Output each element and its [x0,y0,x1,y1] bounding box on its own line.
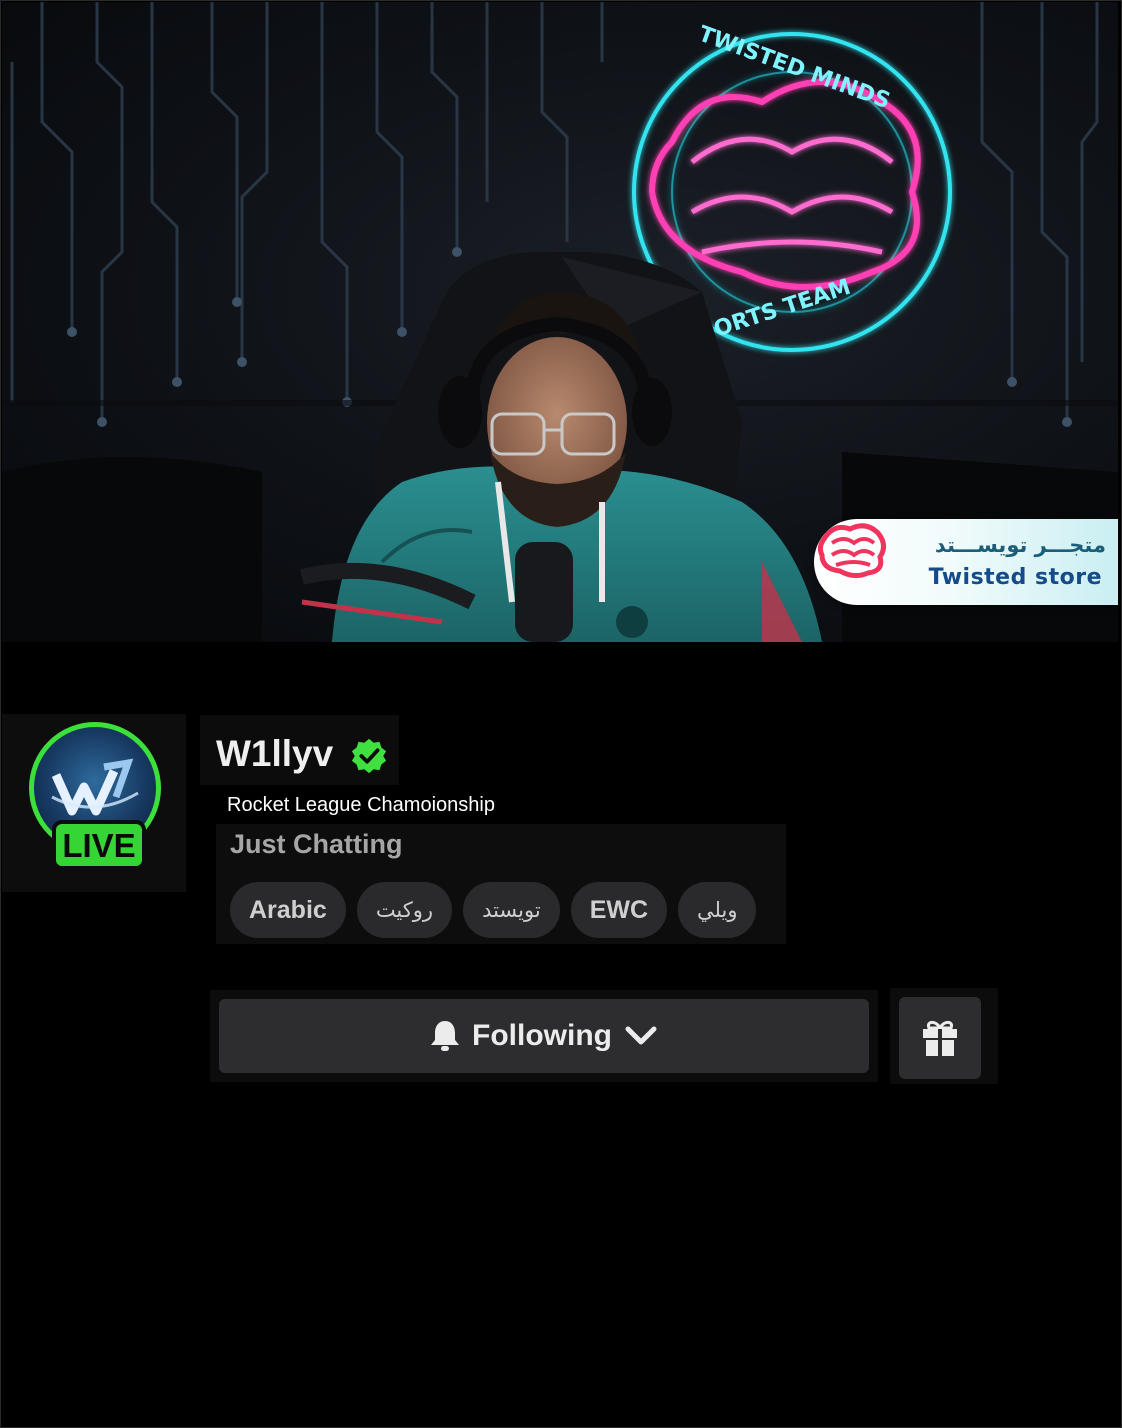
gift-area [890,988,998,1084]
tag-list: Arabic روكيت تويستد EWC ويلي [230,882,757,938]
store-arabic-label: متجـــر تويســـتد [934,533,1106,557]
tag-ewc[interactable]: EWC [570,882,668,938]
live-badge: LIVE [52,820,146,870]
following-label: Following [472,1019,612,1052]
channel-name-box[interactable]: W1llyv [200,715,399,785]
follow-area: Following [210,990,878,1082]
category-link[interactable]: Just Chatting [230,829,403,860]
following-button[interactable]: Following [219,999,869,1073]
gift-sub-button[interactable] [899,997,981,1079]
store-english-label: Twisted store [928,565,1102,590]
bell-icon [431,1021,460,1051]
verified-badge-icon [351,738,387,774]
twisted-store-logo-icon [817,523,886,579]
stream-meta: Just Chatting Arabic روكيت تويستد EWC وي… [216,824,786,944]
tag-twisted[interactable]: تويستد [463,882,560,938]
channel-avatar[interactable]: LIVE [2,714,186,892]
tag-arabic[interactable]: Arabic [230,882,346,938]
gift-icon [923,1020,957,1056]
tag-willy[interactable]: ويلي [678,882,757,938]
channel-name[interactable]: W1llyv [216,733,333,775]
tag-rocket[interactable]: روكيت [356,882,453,938]
store-banner[interactable]: متجـــر تويســـتد Twisted store [814,519,1118,605]
chevron-down-icon [625,1026,657,1045]
stream-title: Rocket League Chamoionship [227,794,495,816]
stream-video[interactable]: TWISTED MINDS ESPORTS TEAM متجـــر تويسـ… [2,2,1118,642]
